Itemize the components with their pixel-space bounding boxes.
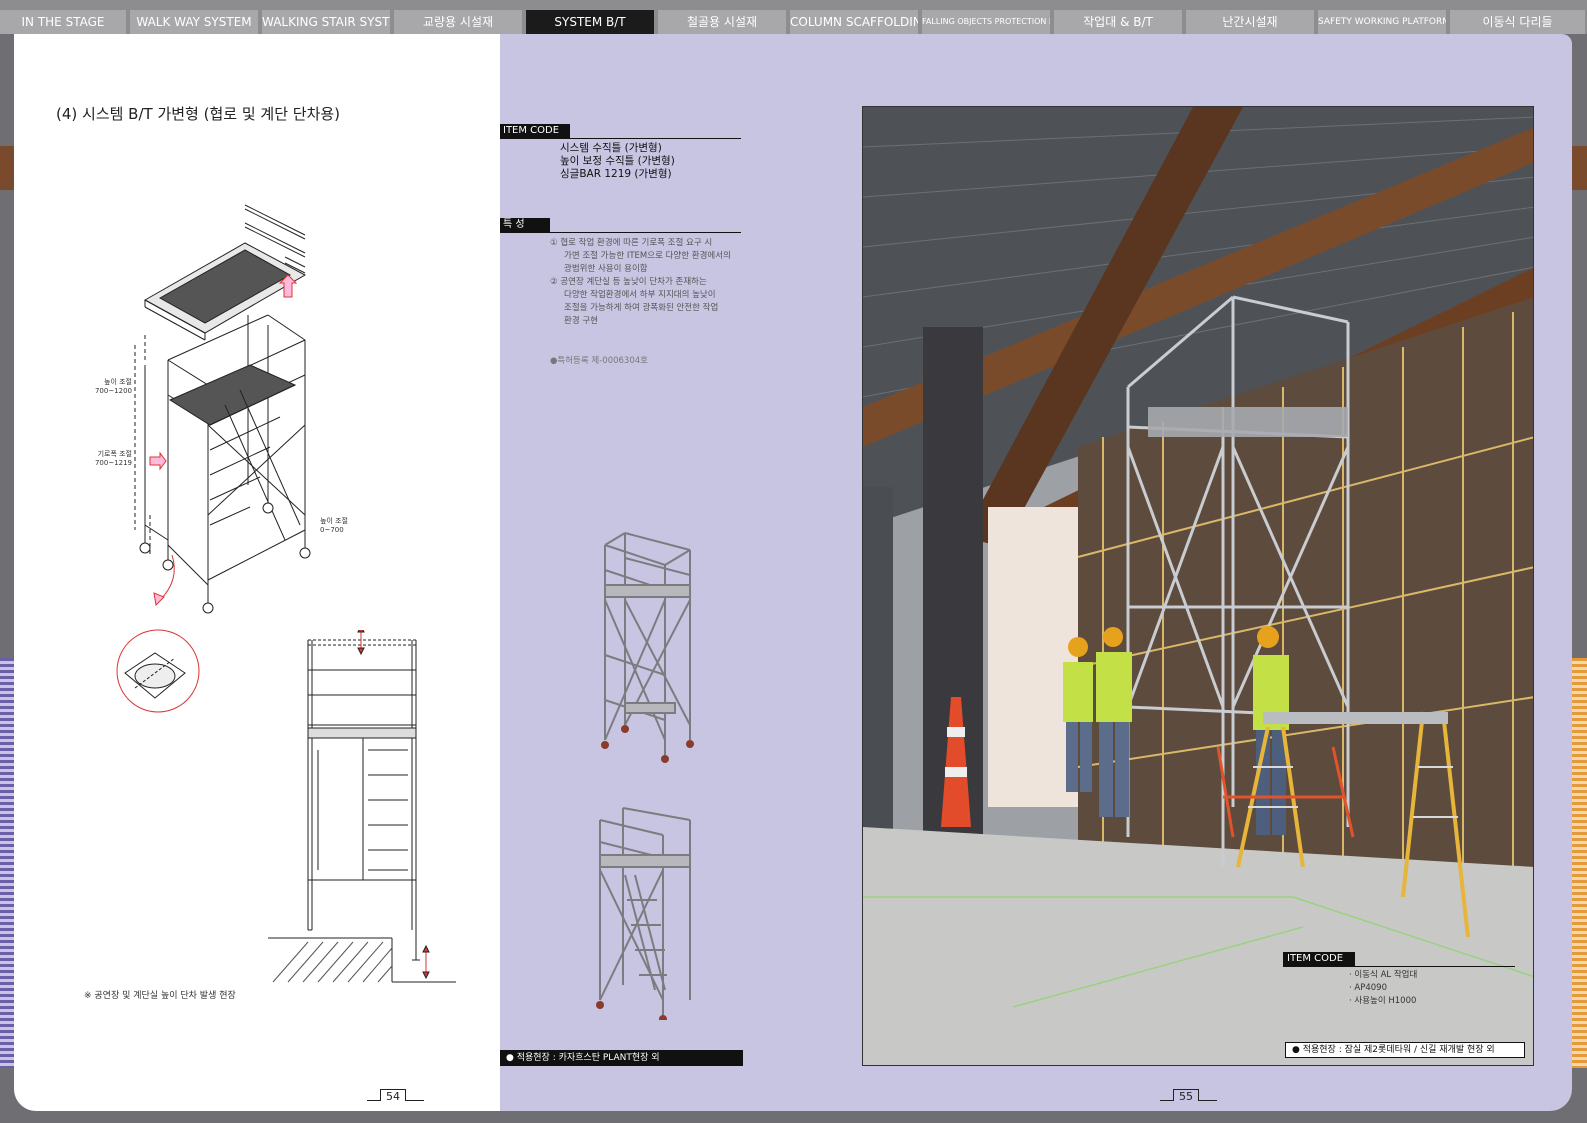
features-tag: 특 성	[500, 218, 550, 232]
caster-detail-circle	[116, 629, 200, 713]
item-code-entry: 싱글BAR 1219 (가변형)	[560, 168, 672, 180]
photo-item-code-tag: ITEM CODE	[1283, 952, 1355, 966]
tab-steel-facilities[interactable]: 철골용 시설재	[658, 10, 788, 34]
feature-line: 가변 조절 가능한 ITEM으로 다양한 환경에서의	[564, 251, 731, 261]
tab-falling-objects[interactable]: FALLING OBJECTS PROTECTION PLATFORM	[922, 10, 1052, 34]
footnote: ※ 공연장 및 계단실 높이 단차 발생 현장	[84, 991, 236, 1001]
construction-site-photo: ITEM CODE · 이동식 AL 작업대 · AP4090 · 사용높이 H…	[862, 106, 1534, 1066]
leg-adjust-text: 높이 조절	[320, 517, 348, 525]
page-number-right-rule	[1160, 1100, 1173, 1101]
page-number-left-rule-right	[406, 1100, 424, 1101]
exploded-tower-drawing	[134, 204, 311, 614]
width-adjust-range: 700~1219	[94, 459, 132, 467]
height-adjust-text: 높이 조절	[104, 378, 132, 386]
height-adjust-range: 700~1200	[94, 387, 132, 395]
product-photo-tower-1	[601, 532, 694, 763]
tab-column-scaffolding[interactable]: COLUMN SCAFFOLDING	[790, 10, 920, 34]
page-number-right-rule-right	[1199, 1100, 1217, 1101]
photo-item-entry: · 이동식 AL 작업대	[1349, 970, 1418, 980]
application-site-bar: ● 적용현장 : 카자흐스탄 PLANT현장 외	[500, 1050, 743, 1066]
photo-item-entry: · 사용높이 H1000	[1349, 996, 1417, 1006]
item-code-entry: 시스템 수직틀 (가변형)	[560, 142, 662, 154]
item-code-rule	[500, 138, 741, 139]
page-number-left-rule	[367, 1100, 380, 1101]
feature-line: 환경 구현	[564, 316, 598, 326]
side-elevation-drawing	[268, 630, 456, 983]
leg-adjust-range: 0~700	[320, 526, 344, 534]
photo-item-code-rule	[1283, 966, 1515, 967]
photo-item-entry: · AP4090	[1349, 983, 1387, 993]
width-adjust-text: 기로폭 조절	[97, 450, 132, 458]
feature-line: ① 협로 작업 환경에 따른 기로폭 조절 요구 시	[550, 238, 713, 248]
photo-application-site: ● 적용현장 : 잠실 제2롯데타워 / 신길 재개발 현장 외	[1285, 1042, 1525, 1058]
page-number-left: 54	[386, 1090, 400, 1103]
page-number-right: 55	[1179, 1090, 1193, 1103]
section-title: (4) 시스템 B/T 가변형 (협로 및 계단 단차용)	[56, 105, 341, 123]
tab-mobile-ladder[interactable]: 이동식 다리들	[1450, 10, 1587, 34]
tab-walking-stair-system[interactable]: WALKING STAIR SYSTEM	[262, 10, 392, 34]
patent-note: ●특허등록 제-0006304호	[550, 356, 648, 366]
height-adjust-label: 높이 조절 700~1200	[88, 378, 132, 396]
tab-safety-working-platform[interactable]: SAFETY WORKING PLATFORM	[1318, 10, 1448, 34]
product-photo-tower-2	[596, 807, 691, 1020]
features-text: ① 협로 작업 환경에 따른 기로폭 조절 요구 시 가변 조절 가능한 ITE…	[550, 237, 740, 328]
photo-item-list: · 이동식 AL 작업대 · AP4090 · 사용높이 H1000	[1349, 969, 1417, 1008]
width-adjust-label: 기로폭 조절 700~1219	[88, 450, 132, 468]
item-code-entry: 높이 보정 수직틀 (가변형)	[560, 155, 675, 167]
feature-line: ② 공연장 계단실 등 높낮이 단차가 존재하는	[550, 277, 707, 287]
feature-line: 광범위한 사용이 용이함	[564, 264, 648, 274]
tab-bridge-facilities[interactable]: 교량용 시설재	[394, 10, 524, 34]
feature-line: 조절을 가능하게 하여 광폭화된 안전한 작업	[564, 303, 719, 313]
tab-system-bt[interactable]: SYSTEM B/T	[526, 10, 656, 34]
tab-walk-way-system[interactable]: WALK WAY SYSTEM	[130, 10, 260, 34]
construction-scene	[863, 107, 1533, 1065]
features-rule	[500, 232, 741, 233]
tab-railing[interactable]: 난간시설재	[1186, 10, 1316, 34]
tab-in-the-stage[interactable]: IN THE STAGE	[0, 10, 128, 34]
section-tab-bar: IN THE STAGE WALK WAY SYSTEM WALKING STA…	[0, 0, 1587, 34]
tab-workbench-bt[interactable]: 작업대 & B/T	[1054, 10, 1184, 34]
item-code-tag: ITEM CODE	[500, 124, 570, 138]
feature-line: 다양한 작업환경에서 하부 지지대의 높낮이	[564, 290, 716, 300]
item-list: 시스템 수직틀 (가변형) 높이 보정 수직틀 (가변형) 싱글BAR 1219…	[560, 142, 675, 181]
leg-adjust-label: 높이 조절 0~700	[320, 517, 360, 535]
